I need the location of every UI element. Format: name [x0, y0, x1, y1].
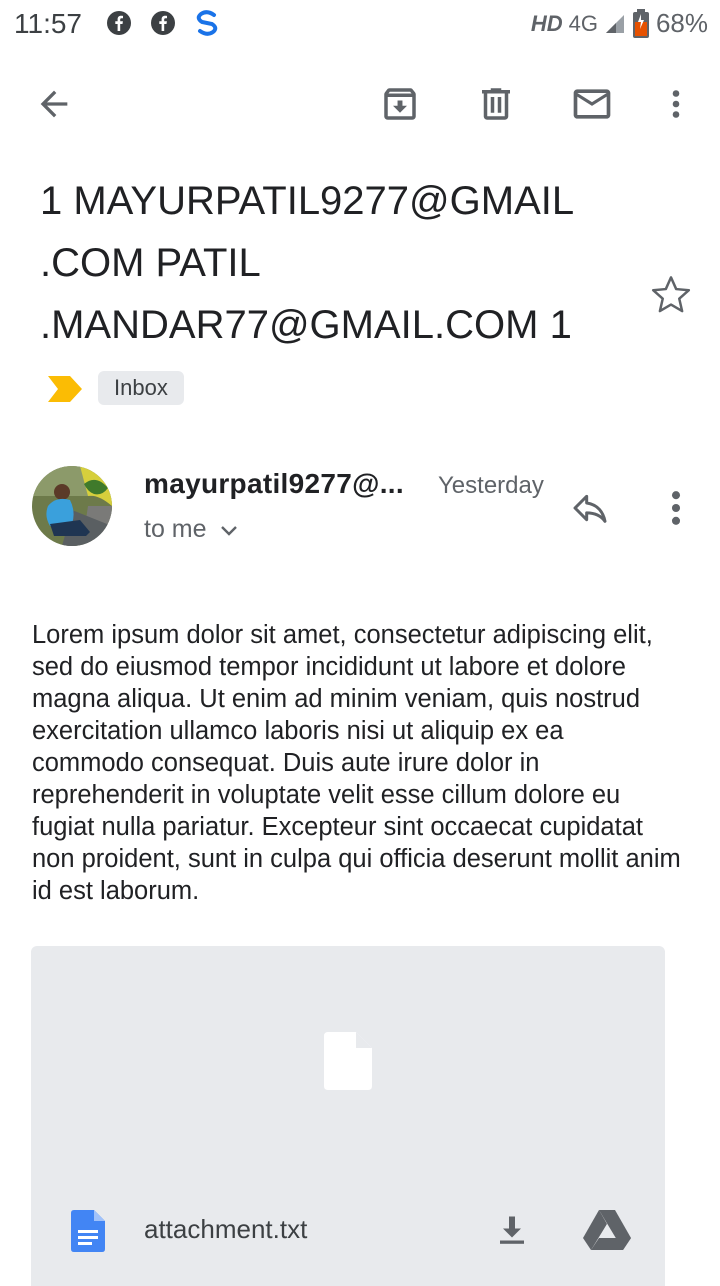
email-subject: 1 MAYURPATIL9277@GMAIL .COM PATIL .MANDA…: [40, 179, 575, 347]
back-arrow-icon: [40, 90, 68, 118]
facebook-icon: [107, 11, 131, 35]
download-button[interactable]: [494, 1210, 530, 1250]
email-date: Yesterday: [438, 472, 544, 499]
mark-unread-icon: [573, 89, 611, 119]
inbox-label-chip[interactable]: Inbox: [98, 371, 184, 405]
battery-icon: [632, 8, 649, 38]
download-icon: [500, 1216, 524, 1244]
archive-icon: [384, 88, 416, 120]
more-vert-icon: [671, 491, 681, 525]
hd-indicator: HD: [530, 10, 563, 36]
star-button[interactable]: [648, 272, 694, 318]
status-time: 11:57: [14, 8, 82, 39]
battery-percent: 68%: [655, 8, 708, 38]
archive-button[interactable]: [370, 74, 430, 134]
reply-button[interactable]: [568, 488, 616, 532]
more-options-button[interactable]: [646, 74, 706, 134]
status-right-cluster: HD 4G 68%: [531, 8, 708, 39]
file-preview-icon: [324, 1032, 372, 1090]
more-vert-icon: [672, 90, 680, 118]
mark-unread-button[interactable]: [562, 74, 622, 134]
signal-icon: [605, 14, 624, 33]
important-marker-icon[interactable]: [48, 376, 84, 402]
message-more-button[interactable]: [652, 486, 700, 530]
sender-avatar[interactable]: [32, 466, 112, 546]
recipient-details-toggle[interactable]: to me: [144, 515, 239, 544]
avatar-photo: [32, 466, 112, 546]
s-app-icon: [196, 10, 218, 36]
email-body: Lorem ipsum dolor sit amet, consectetur …: [32, 621, 681, 905]
sender-name[interactable]: mayurpatil9277@...: [144, 468, 404, 500]
back-button[interactable]: [24, 74, 84, 134]
recipient-label: to me: [144, 515, 207, 543]
save-to-drive-button[interactable]: [583, 1208, 631, 1250]
delete-button[interactable]: [466, 74, 526, 134]
attachment-card[interactable]: [31, 946, 665, 1286]
document-icon: [71, 1210, 105, 1252]
attachment-filename[interactable]: attachment.txt: [144, 1214, 307, 1245]
facebook-icon: [151, 11, 175, 35]
chevron-down-icon: [220, 525, 237, 536]
delete-icon: [482, 88, 510, 120]
reply-icon: [573, 494, 607, 523]
network-type: 4G: [568, 10, 598, 36]
star-outline-icon: [651, 276, 691, 313]
drive-icon: [583, 1210, 631, 1250]
